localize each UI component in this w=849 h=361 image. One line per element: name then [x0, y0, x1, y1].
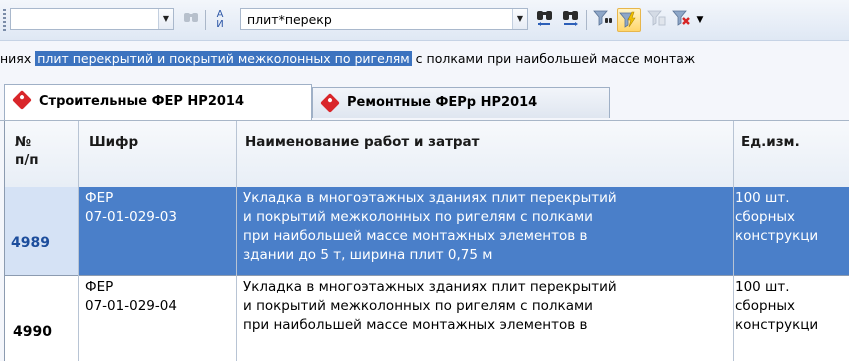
tab-construction-fer[interactable]: Строительные ФЕР НР2014	[4, 84, 312, 120]
row-unit: 100 шт. сборных конструкци	[735, 190, 819, 244]
context-before: ниях	[0, 51, 36, 66]
search-combo[interactable]: плит*перекр ▼	[240, 8, 528, 30]
column-divider	[236, 121, 237, 361]
chevron-down-icon[interactable]: ▼	[512, 9, 527, 29]
search-context-line: ниях плит перекрытий и покрытий межколон…	[0, 50, 849, 68]
grid-header: № п/п Шифр Наименование работ и затрат Е…	[5, 121, 849, 188]
lightning-filter-icon	[619, 11, 636, 28]
find-previous-icon[interactable]	[534, 9, 556, 31]
column-header-code[interactable]: Шифр	[89, 133, 138, 151]
chevron-down-icon[interactable]: ▼	[158, 9, 173, 29]
tab-repair-ferr[interactable]: Ремонтные ФЕРр НР2014	[312, 87, 610, 118]
toolbar-separator	[586, 10, 587, 30]
table-row[interactable]: 4990 ФЕР 07-01-029-04 Укладка в многоэта…	[5, 276, 849, 361]
tab-label: Строительные ФЕР НР2014	[39, 94, 245, 109]
row-name: Укладка в многоэтажных зданиях плит пере…	[243, 279, 617, 333]
price-tag-icon	[320, 93, 340, 113]
search-input[interactable]: плит*перекр	[247, 12, 332, 27]
toolbar-overflow-icon[interactable]: ▼	[693, 9, 707, 31]
column-divider	[733, 121, 734, 361]
rates-grid: № п/п Шифр Наименование работ и затрат Е…	[4, 121, 849, 361]
toolbar-separator	[205, 10, 206, 30]
clear-filter-icon[interactable]	[671, 9, 693, 31]
filter-combo[interactable]: ▼	[10, 8, 174, 30]
tab-label: Ремонтные ФЕРр НР2014	[347, 95, 538, 110]
find-next-icon[interactable]	[560, 9, 582, 31]
binoculars-disabled-icon[interactable]	[180, 9, 202, 31]
column-divider	[78, 121, 79, 361]
row-name: Укладка в многоэтажных зданиях плит пере…	[243, 190, 617, 263]
table-row[interactable]: 4989 ФЕР 07-01-029-03 Укладка в многоэта…	[5, 187, 849, 275]
column-header-unit[interactable]: Ед.изм.	[741, 133, 800, 151]
column-header-name[interactable]: Наименование работ и затрат	[245, 133, 480, 151]
context-after: с полками при наибольшей массе монтаж	[411, 51, 696, 66]
filter-disabled-icon[interactable]	[646, 9, 668, 31]
case-toggle-icon[interactable]: AИ	[209, 9, 231, 32]
row-code: ФЕР 07-01-029-03	[85, 190, 177, 225]
row-number: 4989	[5, 187, 78, 275]
filter-highlight-button[interactable]	[617, 8, 641, 32]
search-toolbar: ▼ AИ плит*перекр ▼ ▼	[0, 0, 849, 41]
filter-find-icon[interactable]	[592, 9, 614, 31]
row-number: 4990	[13, 324, 52, 340]
tab-strip: Строительные ФЕР НР2014 Ремонтные ФЕРр Н…	[0, 84, 849, 121]
column-header-number[interactable]: № п/п	[15, 133, 39, 169]
row-unit: 100 шт. сборных конструкци	[735, 279, 819, 333]
row-code: ФЕР 07-01-029-04	[85, 279, 177, 314]
price-tag-icon	[12, 90, 32, 110]
toolbar-grip[interactable]	[3, 9, 6, 31]
context-match: плит перекрытий и покрытий межколонных п…	[35, 51, 412, 66]
